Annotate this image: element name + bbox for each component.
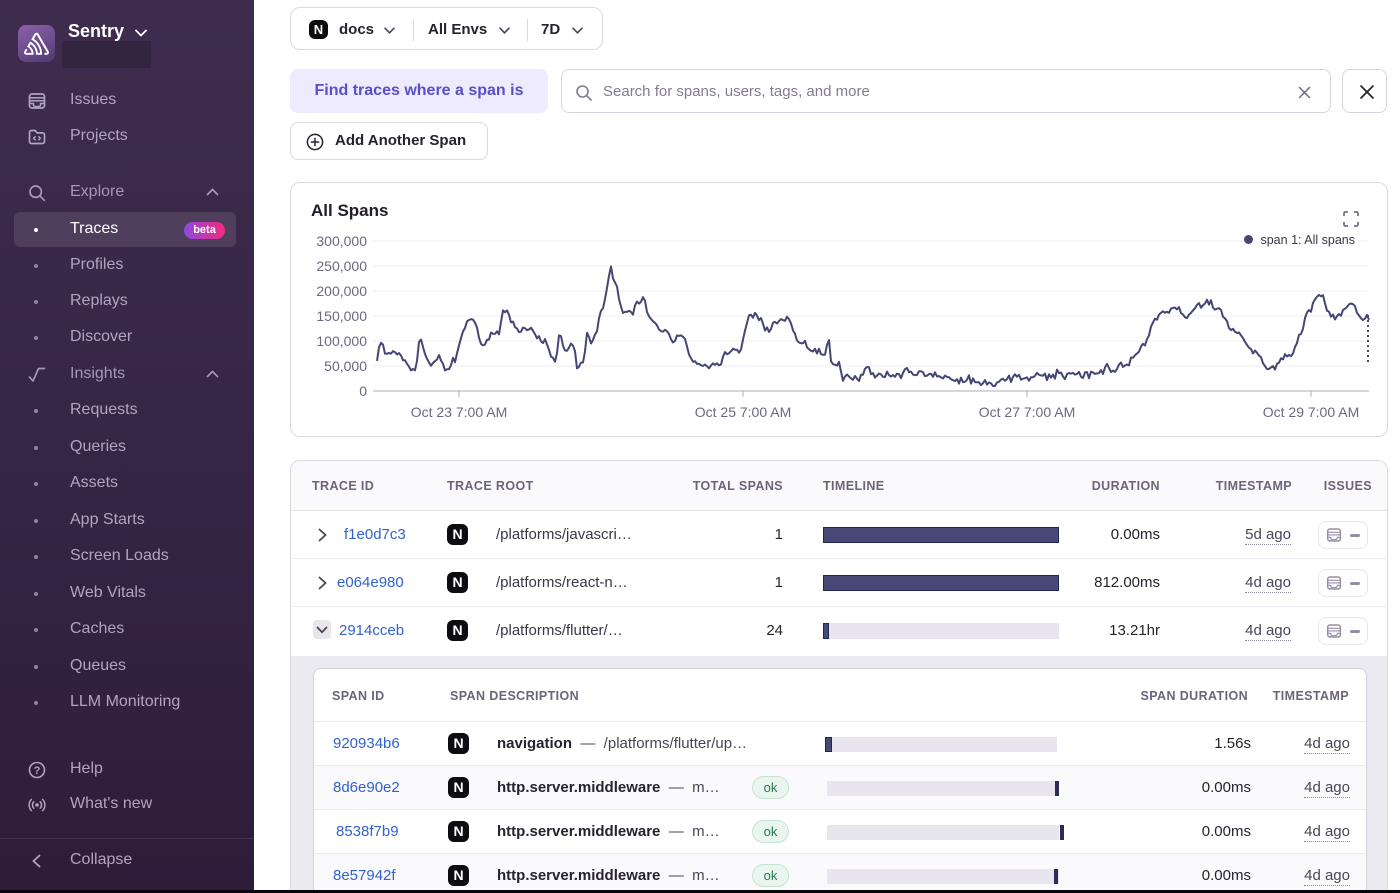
svg-text:100,000: 100,000 [316, 333, 367, 349]
svg-text:0: 0 [359, 383, 367, 399]
svg-text:Oct 29 7:00 AM: Oct 29 7:00 AM [1263, 404, 1360, 420]
svg-text:50,000: 50,000 [324, 358, 367, 374]
svg-text:200,000: 200,000 [316, 283, 367, 299]
svg-text:300,000: 300,000 [316, 233, 367, 249]
svg-text:250,000: 250,000 [316, 258, 367, 274]
svg-text:150,000: 150,000 [316, 308, 367, 324]
svg-text:?: ? [34, 765, 41, 777]
svg-text:Oct 23 7:00 AM: Oct 23 7:00 AM [411, 404, 508, 420]
svg-text:Oct 25 7:00 AM: Oct 25 7:00 AM [695, 404, 792, 420]
svg-text:Oct 27 7:00 AM: Oct 27 7:00 AM [979, 404, 1076, 420]
